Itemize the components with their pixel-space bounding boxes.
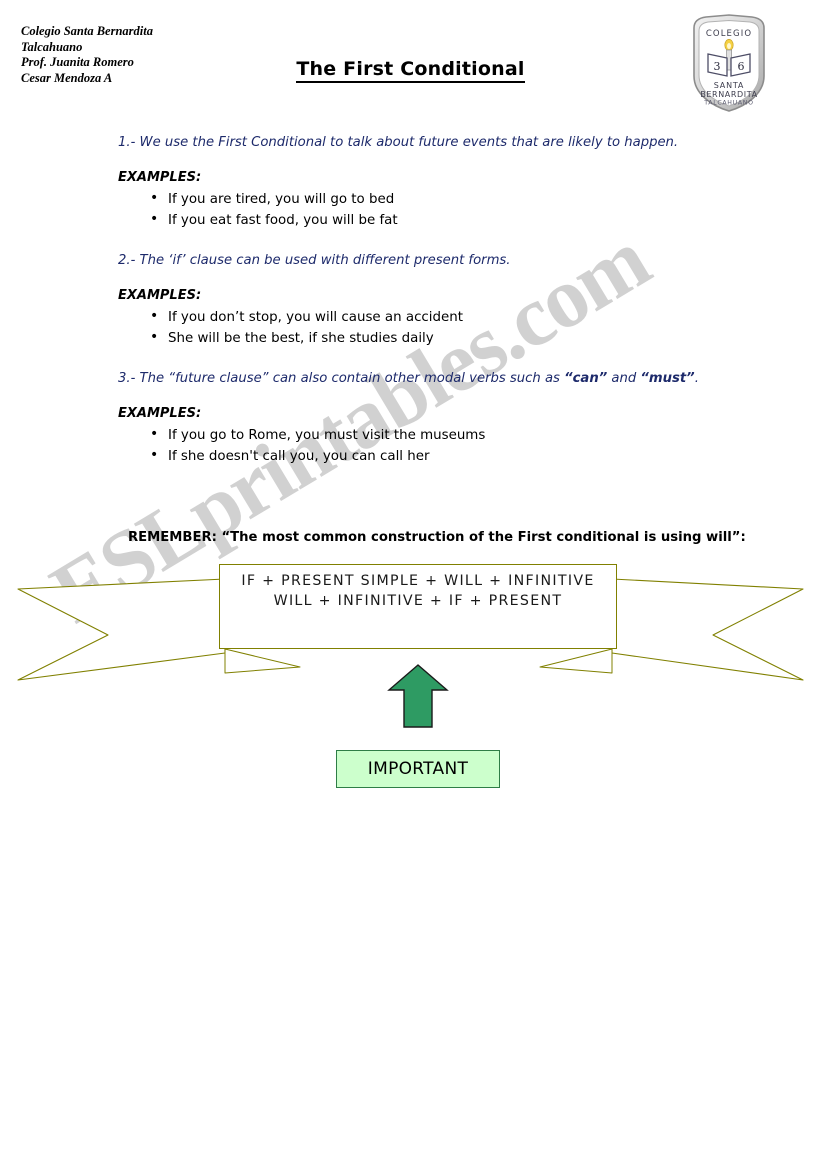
examples-label-1: EXAMPLES:	[118, 170, 202, 185]
up-arrow-callout	[385, 662, 451, 730]
crest-book-right-number: 6	[738, 60, 745, 73]
rule-text-3: 3.- The “future clause” can also contain…	[118, 371, 821, 386]
crest-top-text: COLEGIO	[706, 29, 752, 39]
formula-line-1: IF + PRESENT SIMPLE + WILL + INFINITIVE	[241, 573, 595, 589]
rule-text-3-prefix: 3.- The “future clause” can also contain…	[118, 371, 565, 386]
list-item: If you go to Rome, you must visit the mu…	[150, 424, 821, 446]
worksheet-page: ESLprintables.com Colegio Santa Bernardi…	[0, 0, 821, 1169]
list-item: If you are tired, you will go to bed	[150, 188, 821, 210]
rule-text-3-bold-must: “must”	[640, 371, 695, 386]
formula-line-2: WILL + INFINITIVE + IF + PRESENT	[273, 593, 563, 609]
list-item: If you eat fast food, you will be fat	[150, 209, 821, 231]
remember-note: REMEMBER: “The most common construction …	[128, 530, 746, 545]
page-title-text: The First Conditional	[296, 58, 525, 83]
list-item: If she doesn't call you, you can call he…	[150, 445, 821, 467]
school-name-line: Colegio Santa Bernardita	[21, 24, 153, 38]
crest-book-left-number: 3	[714, 60, 721, 73]
formula-text: IF + PRESENT SIMPLE + WILL + INFINITIVE …	[219, 571, 617, 611]
rule-text-1: 1.- We use the First Conditional to talk…	[118, 135, 679, 150]
examples-label-2: EXAMPLES:	[118, 288, 202, 303]
list-item: She will be the best, if she studies dai…	[150, 327, 821, 349]
rule-text-2: 2.- The ‘if’ clause can be used with dif…	[118, 253, 511, 268]
important-label: IMPORTANT	[367, 759, 469, 779]
crest-name-line2: BERNARDITA	[700, 90, 757, 99]
examples-list-2: If you don’t stop, you will cause an acc…	[118, 306, 821, 349]
school-city-line: Talcahuano	[21, 39, 83, 54]
examples-list-1: If you are tired, you will go to bed If …	[118, 188, 821, 231]
examples-label-3: EXAMPLES:	[118, 406, 202, 421]
school-crest-logo: COLEGIO 3 6 SANTA BERNARDITA TALCAHUANO	[688, 14, 770, 114]
lesson-section-2: 2.- The ‘if’ clause can be used with dif…	[0, 253, 821, 349]
crest-icon: COLEGIO 3 6 SANTA BERNARDITA TALCAHUANO	[693, 14, 765, 112]
lesson-section-3: 3.- The “future clause” can also contain…	[0, 371, 821, 467]
list-item: If you don’t stop, you will cause an acc…	[150, 306, 821, 328]
important-badge: IMPORTANT	[336, 750, 500, 788]
rule-text-3-mid: and	[607, 371, 641, 386]
arrow-up-icon	[387, 664, 449, 728]
rule-text-3-bold-can: “can”	[564, 371, 608, 386]
crest-name-line1: SANTA	[714, 81, 744, 90]
lesson-content: 1.- We use the First Conditional to talk…	[0, 135, 821, 467]
lesson-section-1: 1.- We use the First Conditional to talk…	[0, 135, 821, 231]
examples-list-3: If you go to Rome, you must visit the mu…	[118, 424, 821, 467]
crest-city: TALCAHUANO	[703, 100, 753, 107]
rule-text-3-suffix: .	[694, 371, 699, 386]
page-header: Colegio Santa Bernardita Talcahuano Prof…	[0, 0, 821, 125]
